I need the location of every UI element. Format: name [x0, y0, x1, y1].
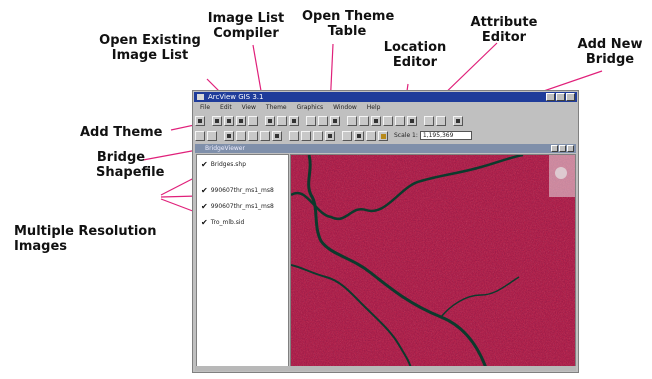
callout-add-new-bridge: Add New Bridge: [577, 37, 643, 67]
menu-theme[interactable]: Theme: [266, 103, 287, 112]
checkmark-icon[interactable]: ✔: [201, 203, 208, 211]
toc-item-image-1[interactable]: ✔ 990607thr_ms1_ms8: [201, 187, 274, 195]
scale-label: Scale 1:: [394, 132, 418, 139]
callout-multiple-resolution-images: Multiple Resolution Images: [14, 224, 157, 254]
checkmark-icon[interactable]: ✔: [201, 187, 208, 195]
snap-tool[interactable]: [342, 130, 352, 141]
menu-window[interactable]: Window: [333, 103, 357, 112]
menu-file[interactable]: File: [200, 103, 210, 112]
query-builder-button[interactable]: [330, 115, 340, 126]
identify-tool[interactable]: [224, 130, 234, 141]
view-minimize-button[interactable]: [551, 145, 558, 152]
toc-item-image-2[interactable]: ✔ 990607thr_ms1_ms8: [201, 203, 274, 211]
view-title: BridgeViewer: [205, 145, 245, 152]
menu-bar: File Edit View Theme Graphics Window Hel…: [194, 103, 577, 112]
toc-item-image-3[interactable]: ✔ Tro_mlb.sid: [201, 219, 244, 227]
locate-button[interactable]: [318, 115, 328, 126]
location-editor-button[interactable]: [354, 130, 364, 141]
hot-link-tool[interactable]: [289, 130, 299, 141]
zoom-selected-button[interactable]: [371, 115, 381, 126]
menu-view[interactable]: View: [242, 103, 256, 112]
clear-selection-button[interactable]: [436, 115, 446, 126]
open-theme-table-button[interactable]: [289, 115, 299, 126]
toc-item-bridges[interactable]: ✔ Bridges.shp: [201, 161, 246, 169]
button-bar: [195, 114, 576, 127]
maximize-button[interactable]: [556, 93, 565, 101]
add-theme-button[interactable]: [212, 115, 222, 126]
zoom-active-themes-button[interactable]: [359, 115, 369, 126]
menu-edit[interactable]: Edit: [220, 103, 232, 112]
zoom-in-tool[interactable]: [236, 130, 246, 141]
attribute-editor-button[interactable]: [366, 130, 376, 141]
find-button[interactable]: [306, 115, 316, 126]
save-project-button[interactable]: [195, 115, 205, 126]
zoom-in-button[interactable]: [383, 115, 393, 126]
tool-bar: Scale 1: 1,195,369: [195, 129, 576, 142]
toc-item-label: 990607thr_ms1_ms8: [210, 187, 274, 194]
measure-tool[interactable]: [272, 130, 282, 141]
view-close-button[interactable]: [567, 145, 574, 152]
callout-image-list-compiler: Image List Compiler: [207, 11, 285, 41]
window-titlebar: ArcView GIS 3.1: [194, 92, 577, 102]
zoom-out-tool[interactable]: [248, 130, 258, 141]
callout-bridge-shapefile: Bridge Shapefile: [96, 150, 165, 180]
toc-item-label: Tro_mlb.sid: [210, 219, 245, 226]
image-list-compiler-button[interactable]: [236, 115, 246, 126]
zoom-out-button[interactable]: [395, 115, 405, 126]
arcview-window: ArcView GIS 3.1 File Edit View Theme Gra…: [192, 90, 579, 373]
pointer-tool[interactable]: [195, 130, 205, 141]
close-button[interactable]: [566, 93, 575, 101]
app-icon: [197, 94, 204, 100]
checkmark-icon[interactable]: ✔: [201, 219, 208, 227]
add-new-bridge-button[interactable]: [378, 130, 388, 141]
toc-item-label: 990607thr_ms1_ms8: [210, 203, 274, 210]
edit-legend-button[interactable]: [265, 115, 275, 126]
window-title: ArcView GIS 3.1: [208, 93, 264, 101]
theme-properties-button[interactable]: [248, 115, 258, 126]
toc-item-label: Bridges.shp: [210, 161, 247, 168]
hot-link-button[interactable]: [277, 115, 287, 126]
pan-tool[interactable]: [260, 130, 270, 141]
vertex-edit-tool[interactable]: [207, 130, 217, 141]
zoom-previous-button[interactable]: [407, 115, 417, 126]
callout-attribute-editor: Attribute Editor: [470, 15, 538, 45]
satellite-image: [291, 155, 575, 366]
callout-location-editor: Location Editor: [383, 40, 447, 70]
draw-tool[interactable]: [325, 130, 335, 141]
callout-add-theme: Add Theme: [80, 125, 163, 140]
scale-field[interactable]: 1,195,369: [419, 131, 472, 140]
callout-open-theme-table: Open Theme Table: [302, 9, 395, 39]
zoom-full-extent-button[interactable]: [347, 115, 357, 126]
table-of-contents: ✔ Bridges.shp ✔ 990607thr_ms1_ms8 ✔ 9906…: [196, 154, 289, 367]
view-maximize-button[interactable]: [559, 145, 566, 152]
minimize-button[interactable]: [546, 93, 555, 101]
callout-open-existing-image-list: Open Existing Image List: [99, 33, 201, 63]
text-tool[interactable]: [313, 130, 323, 141]
status-bar: [195, 366, 576, 371]
menu-help[interactable]: Help: [367, 103, 381, 112]
help-button[interactable]: [453, 115, 463, 126]
map-display[interactable]: [290, 154, 576, 367]
open-existing-image-list-button[interactable]: [224, 115, 234, 126]
view-titlebar: BridgeViewer: [195, 144, 576, 153]
checkmark-icon[interactable]: ✔: [201, 161, 208, 169]
menu-graphics[interactable]: Graphics: [297, 103, 324, 112]
select-by-theme-button[interactable]: [424, 115, 434, 126]
label-tool[interactable]: [301, 130, 311, 141]
